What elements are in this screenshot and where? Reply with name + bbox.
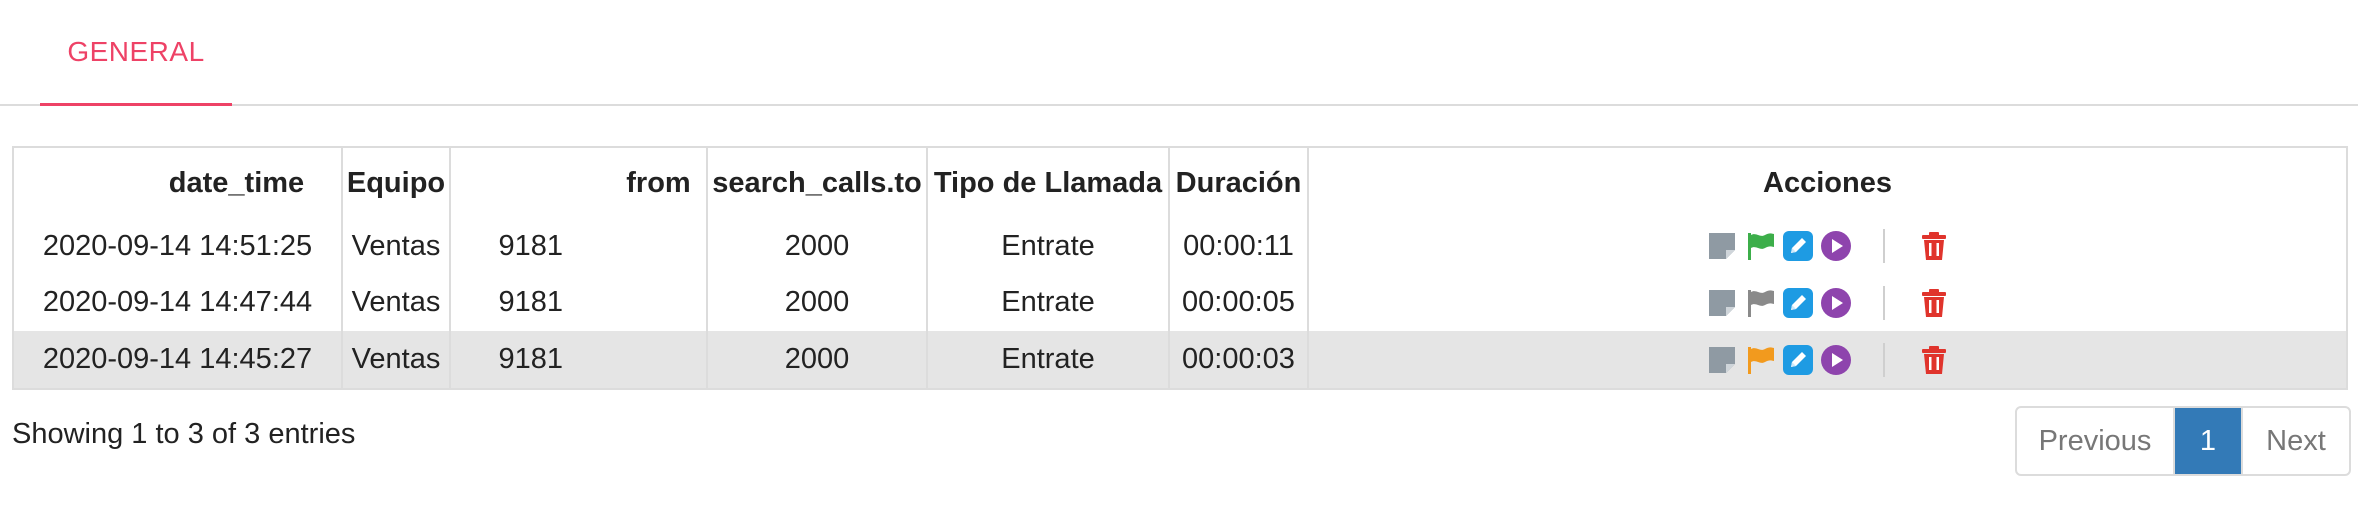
cell-duracion: 00:00:11 xyxy=(1168,218,1308,275)
play-icon[interactable] xyxy=(1820,231,1851,262)
cell-acciones xyxy=(1307,274,2346,332)
edit-icon[interactable] xyxy=(1782,287,1813,318)
column-header-to[interactable]: search_calls.to xyxy=(706,148,927,218)
table-header-row: date_time Equipo from search_calls.to Ti… xyxy=(14,148,2346,218)
column-header-date-time[interactable]: date_time xyxy=(14,148,342,218)
note-icon[interactable] xyxy=(1707,288,1737,318)
column-header-from[interactable]: from xyxy=(449,148,707,218)
cell-tipo: Entrate xyxy=(926,218,1169,275)
play-icon[interactable] xyxy=(1820,344,1851,375)
cell-equipo: Ventas xyxy=(341,274,450,332)
flag-icon[interactable] xyxy=(1745,345,1775,375)
cell-duracion: 00:00:05 xyxy=(1168,274,1308,332)
column-header-duracion[interactable]: Duración xyxy=(1168,148,1308,218)
calls-table: date_time Equipo from search_calls.to Ti… xyxy=(12,146,2348,390)
cell-from: 9181 xyxy=(449,218,707,275)
tab-bar: GENERAL xyxy=(0,0,2358,106)
cell-from-value: 9181 xyxy=(498,229,564,262)
play-icon[interactable] xyxy=(1820,287,1851,318)
cell-from: 9181 xyxy=(449,274,707,332)
cell-from: 9181 xyxy=(449,331,707,388)
cell-equipo: Ventas xyxy=(341,218,450,275)
redacted-area xyxy=(466,168,627,199)
note-icon[interactable] xyxy=(1707,345,1737,375)
trash-icon[interactable] xyxy=(1919,288,1949,318)
cell-acciones xyxy=(1307,331,2346,388)
cell-tipo: Entrate xyxy=(926,274,1169,332)
trash-icon[interactable] xyxy=(1919,231,1949,261)
cell-from-value: 9181 xyxy=(498,343,564,376)
note-icon[interactable] xyxy=(1707,231,1737,261)
cell-date-time: 2020-09-14 14:45:27 xyxy=(14,331,342,388)
cell-equipo: Ventas xyxy=(341,331,450,388)
actions-divider xyxy=(1882,285,1885,320)
column-header-acciones: Acciones xyxy=(1307,148,2346,218)
column-header-equipo[interactable]: Equipo xyxy=(341,148,450,218)
previous-page-button[interactable]: Previous xyxy=(2017,408,2175,474)
cell-duracion: 00:00:03 xyxy=(1168,331,1308,388)
cell-date-time: 2020-09-14 14:51:25 xyxy=(42,229,313,262)
cell-to: 2000 xyxy=(706,274,927,332)
next-page-button[interactable]: Next xyxy=(2241,408,2349,474)
cell-acciones xyxy=(1307,218,2346,275)
actions-divider xyxy=(1882,229,1885,264)
edit-icon[interactable] xyxy=(1782,344,1813,375)
page-1-button[interactable]: 1 xyxy=(2175,408,2241,474)
trash-icon[interactable] xyxy=(1919,345,1949,375)
cell-tipo: Entrate xyxy=(926,331,1169,388)
cell-to: 2000 xyxy=(706,331,927,388)
column-header-tipo[interactable]: Tipo de Llamada xyxy=(926,148,1169,218)
actions-divider xyxy=(1882,342,1885,377)
redacted-area xyxy=(50,168,169,199)
tab-general[interactable]: GENERAL xyxy=(40,0,232,106)
table-row: 2020-09-14 14:47:44 Ventas 9181 2000 Ent… xyxy=(14,274,2346,332)
pagination: Previous 1 Next xyxy=(2015,406,2351,476)
table-row: 2020-09-14 14:45:27 Ventas 9181 2000 Ent… xyxy=(14,331,2346,388)
cell-from-value: 9181 xyxy=(498,286,564,319)
cell-to: 2000 xyxy=(706,218,927,275)
edit-icon[interactable] xyxy=(1782,231,1813,262)
tab-general-label: GENERAL xyxy=(67,35,205,67)
column-header-label: from xyxy=(626,166,691,199)
entries-info: Showing 1 to 3 of 3 entries xyxy=(12,418,356,450)
column-header-label: date_time xyxy=(168,166,305,199)
flag-icon[interactable] xyxy=(1745,288,1775,318)
table-row: 2020-09-14 14:51:25 Ventas 9181 2000 Ent… xyxy=(14,218,2346,275)
cell-date-time: 2020-09-14 14:47:44 xyxy=(42,286,313,319)
flag-icon[interactable] xyxy=(1745,231,1775,261)
